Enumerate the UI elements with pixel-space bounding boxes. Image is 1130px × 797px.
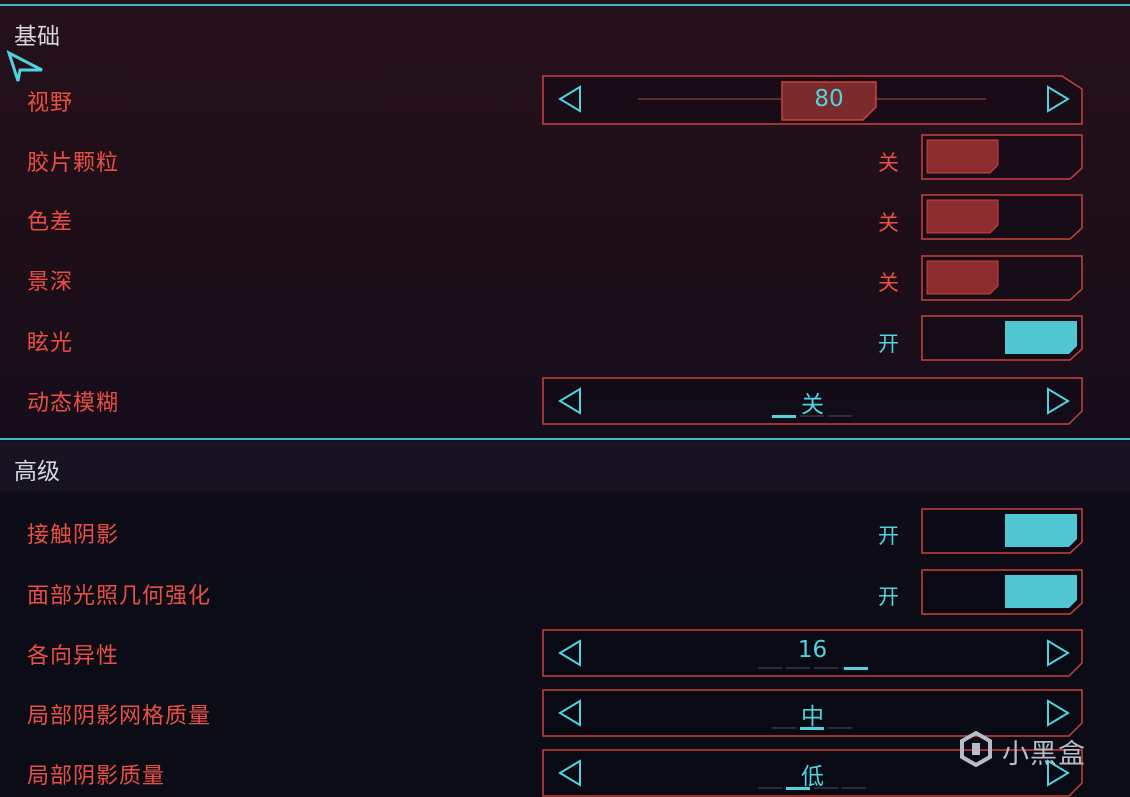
anisotropy-option-dots [542,667,1083,671]
depth-of-field-label: 景深 [27,270,74,295]
local-shadow-mesh-next-arrow-icon[interactable] [1042,698,1072,728]
option-dot [842,787,866,789]
chromatic-aberration-state: 关 [878,211,899,235]
chromatic-aberration-label: 色差 [27,210,74,235]
fov-label: 视野 [27,91,74,116]
option-dot [814,667,838,669]
motion-blur-next-arrow-icon[interactable] [1042,386,1072,416]
contact-shadows-label: 接触阴影 [27,523,120,548]
depth-of-field-toggle[interactable] [921,255,1083,301]
face-lighting-toggle[interactable] [921,569,1083,615]
option-dot [844,667,868,670]
section-divider [0,438,1130,440]
depth-of-field-state: 关 [878,271,899,295]
fov-slider-thumb[interactable]: 80 [781,81,877,121]
chromatic-aberration-toggle[interactable] [921,194,1083,240]
motion-blur-selector[interactable]: 关 [542,377,1083,425]
anisotropy-next-arrow-icon[interactable] [1042,638,1072,668]
option-dot [814,787,838,789]
option-dot [772,727,796,729]
option-dot [786,667,810,669]
local-shadow-quality-label: 局部阴影质量 [27,764,166,789]
fov-value: 80 [814,86,844,112]
motion-blur-option-dots [542,415,1083,419]
film-grain-label: 胶片颗粒 [27,151,120,176]
lens-flare-state: 开 [878,332,899,356]
option-dot [828,415,852,417]
motion-blur-label: 动态模糊 [27,391,120,416]
fov-increase-arrow-icon[interactable] [1042,84,1072,114]
lens-flare-label: 眩光 [27,331,74,356]
mouse-cursor-icon [6,50,46,88]
watermark-text: 小黑盒 [1002,738,1086,770]
option-dot [828,727,852,729]
contact-shadows-toggle[interactable] [921,508,1083,554]
film-grain-toggle[interactable] [921,134,1083,180]
option-dot [758,667,782,669]
film-grain-state: 关 [878,151,899,175]
section-title-basic: 基础 [14,24,60,50]
section-header-advanced [0,441,1130,491]
anisotropy-value: 16 [797,637,828,663]
contact-shadows-state: 开 [878,524,899,548]
option-dot [800,727,824,730]
face-lighting-label: 面部光照几何强化 [27,584,212,609]
local-shadow-mesh-label: 局部阴影网格质量 [27,704,212,729]
anisotropy-label: 各向异性 [27,644,120,669]
anisotropy-selector[interactable]: 16 [542,629,1083,677]
motion-blur-value: 关 [801,392,824,418]
face-lighting-state: 开 [878,585,899,609]
option-dot [786,787,810,790]
top-divider [0,4,1130,6]
section-title-advanced: 高级 [14,459,60,485]
option-dot [772,415,796,418]
watermark: 小黑盒 [958,730,1086,771]
local-shadow-mesh-selector[interactable]: 中 [542,689,1083,737]
heybox-logo-icon [958,730,994,771]
local-shadow-quality-option-dots [542,787,1083,791]
fov-decrease-arrow-icon[interactable] [556,84,586,114]
option-dot [800,415,824,417]
local-shadow-mesh-value: 中 [801,704,824,730]
lens-flare-toggle[interactable] [921,315,1083,361]
option-dot [758,787,782,789]
fov-slider[interactable]: 80 [542,75,1083,125]
